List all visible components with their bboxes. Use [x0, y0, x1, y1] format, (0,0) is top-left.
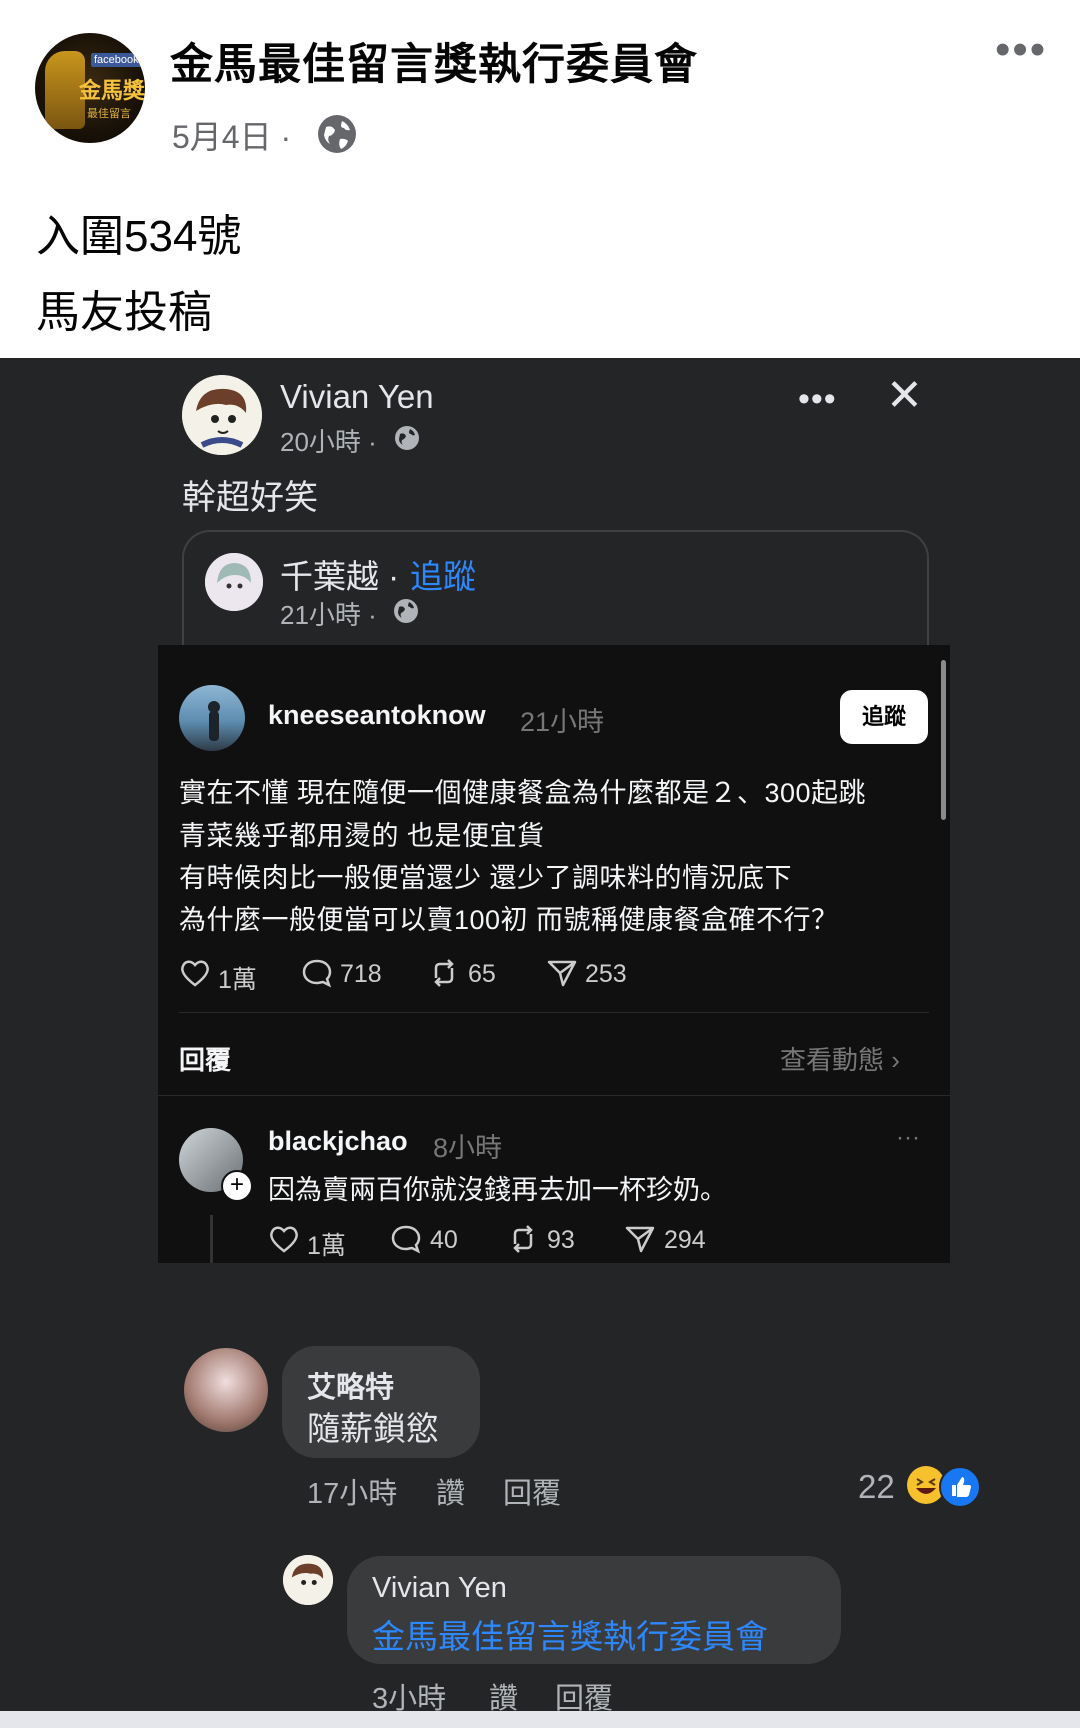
follow-button[interactable]: 追蹤 — [840, 690, 928, 744]
comment-reply-button[interactable]: 回覆 — [503, 1470, 561, 1512]
view-activity-link[interactable]: 查看動態 › — [780, 1040, 900, 1077]
globe-icon — [394, 599, 418, 623]
replies-heading: 回覆 — [179, 1045, 232, 1075]
comment-time[interactable]: 17小時 — [307, 1470, 397, 1512]
threads-text-line: 為什麼一般便當可以賣100初 而號稱健康餐盒確不行？ — [179, 905, 839, 935]
avatar[interactable] — [205, 553, 263, 611]
more-options-icon[interactable]: ••• — [995, 28, 1047, 72]
avatar[interactable] — [283, 1555, 333, 1605]
more-options-icon[interactable]: ··· — [896, 1124, 920, 1152]
like-count: 1萬 — [307, 1232, 346, 1260]
threads-time: 21小時 — [520, 707, 605, 737]
avatar-logo-text: 金馬獎 — [79, 78, 145, 103]
thread-line — [210, 1215, 213, 1263]
comment-count: 718 — [340, 960, 382, 988]
repost-icon[interactable] — [507, 1224, 539, 1254]
divider — [179, 1012, 929, 1013]
heart-icon[interactable] — [179, 958, 211, 988]
close-icon[interactable]: ✕ — [886, 370, 923, 421]
share-icon[interactable] — [624, 1224, 656, 1254]
threads-reply-text: 因為賣兩百你就沒錢再去加一杯珍奶。 — [268, 1175, 727, 1205]
more-options-icon[interactable]: ••• — [798, 380, 837, 419]
repost-count: 93 — [547, 1226, 575, 1254]
scrollbar[interactable] — [941, 660, 946, 820]
divider — [158, 1095, 950, 1096]
avatar[interactable] — [182, 375, 262, 455]
plus-icon[interactable]: + — [221, 1170, 253, 1202]
post-date[interactable]: 5月4日 · — [172, 112, 291, 158]
share-icon[interactable] — [546, 958, 578, 988]
heart-icon[interactable] — [268, 1224, 300, 1254]
share-count: 294 — [664, 1226, 706, 1254]
threads-text-line: 青菜幾乎都用燙的 也是便宜貨 — [179, 821, 545, 851]
page-avatar[interactable]: facebook 金馬獎 最佳留言 — [35, 33, 145, 143]
comment-text: 隨薪鎖慾 — [307, 1410, 439, 1447]
follow-link[interactable]: 追蹤 — [410, 550, 476, 598]
post-text-line: 馬友投稿 — [36, 288, 212, 337]
card-author-name[interactable]: 千葉越 · — [280, 550, 399, 598]
post-text-line: 入圍534號 — [36, 212, 242, 261]
repost-count: 65 — [468, 960, 496, 988]
anime-avatar-icon — [205, 553, 263, 611]
threads-text-line: 有時候肉比一般便當還少 還少了調味料的情況底下 — [179, 863, 793, 893]
comment-author[interactable]: Vivian Yen — [372, 1572, 507, 1605]
repost-icon[interactable] — [428, 958, 460, 988]
globe-icon — [318, 115, 356, 153]
threads-text-line: 實在不懂 現在隨便一個健康餐盒為什麼都是２、300起跳 — [179, 778, 867, 808]
share-count: 253 — [585, 960, 627, 988]
card-author-label[interactable]: 千葉越 — [280, 558, 379, 595]
threads-username[interactable]: blackjchao — [268, 1126, 408, 1157]
page-name[interactable]: 金馬最佳留言獎執行委員會 — [170, 30, 698, 92]
shared-text: 幹超好笑 — [182, 479, 318, 517]
comment-icon[interactable] — [390, 1224, 422, 1254]
avatar-logo-subtext: 最佳留言 — [87, 108, 131, 120]
avatar[interactable] — [179, 685, 245, 751]
like-icon — [939, 1466, 981, 1508]
card-time[interactable]: 21小時 · — [280, 595, 377, 632]
silhouette-avatar-icon — [208, 701, 220, 741]
comment-mention-link[interactable]: 金馬最佳留言獎執行委員會 — [372, 1610, 768, 1658]
reaction-count[interactable]: 22 — [858, 1468, 895, 1506]
comment-like-button[interactable]: 讚 — [436, 1470, 465, 1512]
shared-author-name[interactable]: Vivian Yen — [280, 378, 434, 416]
avatar[interactable] — [184, 1348, 268, 1432]
threads-username[interactable]: kneeseantoknow — [268, 700, 486, 731]
comment-count: 40 — [430, 1226, 458, 1254]
cartoon-avatar-icon — [182, 375, 262, 455]
facebook-badge: facebook — [91, 53, 142, 67]
separator: · — [379, 558, 400, 595]
globe-icon — [395, 426, 419, 450]
comment-icon[interactable] — [301, 958, 333, 988]
comment-author[interactable]: 艾略特 — [307, 1364, 394, 1406]
threads-time: 8小時 — [433, 1133, 503, 1163]
bottom-divider — [0, 1711, 1080, 1728]
shared-time[interactable]: 20小時 · — [280, 422, 377, 459]
cartoon-avatar-icon — [283, 1555, 333, 1605]
like-count: 1萬 — [218, 966, 257, 994]
